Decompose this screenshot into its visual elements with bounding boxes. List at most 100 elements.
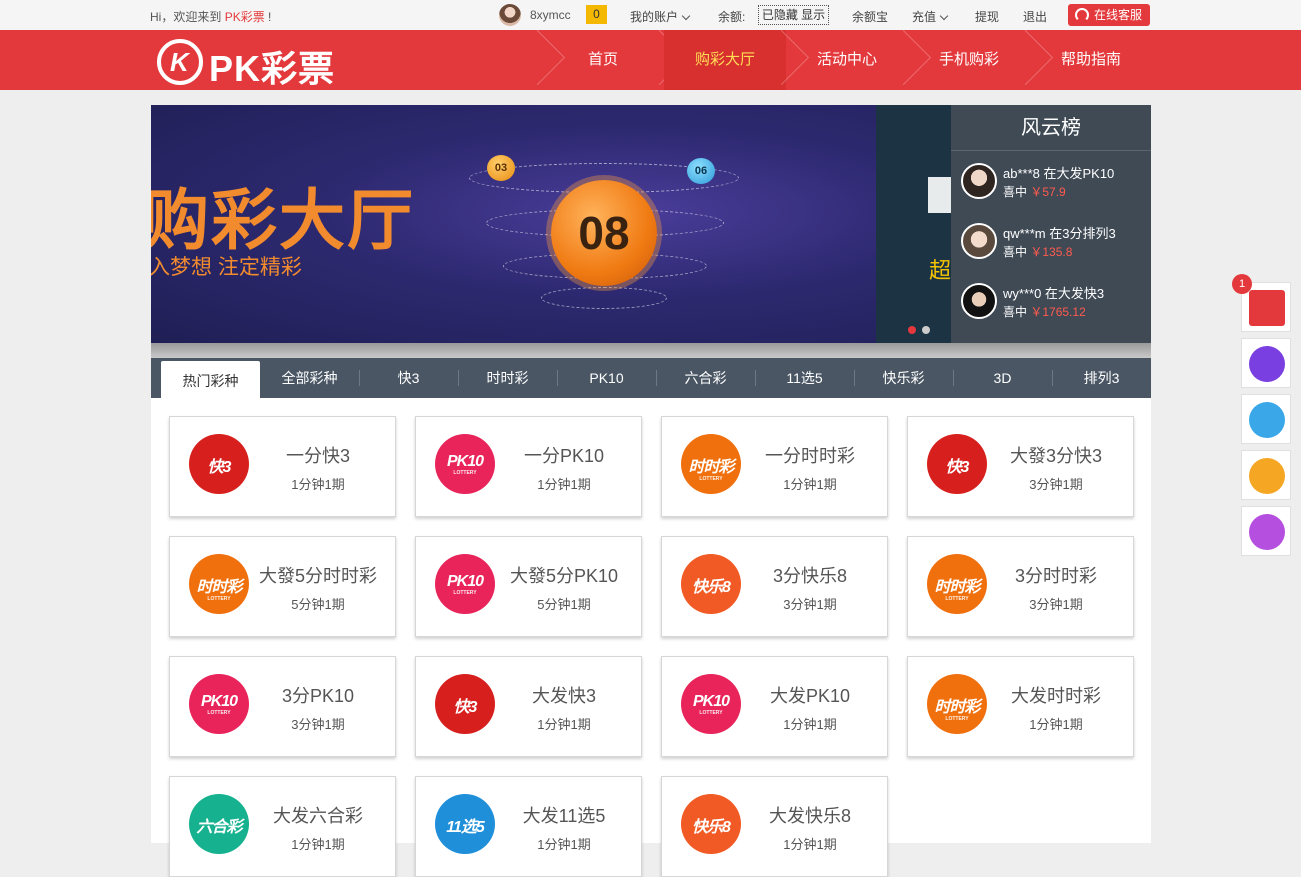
logo-mark-icon: K: [157, 39, 203, 85]
tab-3d[interactable]: 3D: [953, 358, 1052, 398]
winner-avatar: [961, 163, 997, 199]
pk10-icon: PK10 LOTTERY: [435, 434, 495, 494]
float-button[interactable]: [1241, 506, 1291, 556]
tab-11xuan5[interactable]: 11选5: [755, 358, 854, 398]
game-period: 1分钟1期: [537, 477, 591, 492]
kuai3-icon: 快3: [927, 434, 987, 494]
game-card[interactable]: 时时彩 LOTTERY 一分时时彩 1分钟1期: [661, 416, 888, 517]
game-period: 5分钟1期: [537, 597, 591, 612]
tab-liuhecai[interactable]: 六合彩: [656, 358, 755, 398]
game-icon-subtext: LOTTERY: [453, 470, 477, 476]
promo-banner[interactable]: 购彩大厅 入梦想 注定精彩 03 06 08 超: [151, 105, 951, 343]
game-icon-glyph: PK10: [200, 693, 238, 710]
nav-help[interactable]: 帮助指南: [1030, 30, 1152, 90]
winner-info: qw***m 在3分排列3: [1003, 226, 1116, 241]
game-card[interactable]: 快乐8 3分快乐8 3分钟1期: [661, 536, 888, 637]
logout-link[interactable]: 退出: [1023, 8, 1047, 25]
game-icon-glyph: 时时彩: [934, 699, 980, 716]
banner-dot[interactable]: [922, 326, 930, 334]
game-card[interactable]: 时时彩 LOTTERY 大發5分时时彩 5分钟1期: [169, 536, 396, 637]
game-icon-glyph: 六合彩: [196, 819, 242, 836]
online-service-button[interactable]: 在线客服: [1068, 4, 1150, 26]
user-avatar[interactable]: [499, 4, 521, 26]
game-period: 1分钟1期: [783, 837, 837, 852]
tab-pailie3[interactable]: 排列3: [1052, 358, 1151, 398]
banner-dot[interactable]: [908, 326, 916, 334]
top-bar: Hi，欢迎来到 PK彩票 ! 8xymcc 0 我的账户 余额: 已隐藏 显示 …: [0, 0, 1301, 30]
yuebao-link[interactable]: 余额宝: [852, 8, 888, 25]
game-period: 1分钟1期: [291, 477, 345, 492]
slide-graphic: [928, 177, 951, 213]
banner-shelf: [151, 343, 1151, 358]
winner-prize: 喜中 ￥135.8: [1003, 243, 1072, 260]
game-card[interactable]: PK10 LOTTERY 大发PK10 1分钟1期: [661, 656, 888, 757]
game-icon-subtext: LOTTERY: [945, 596, 969, 602]
tab-kuailecai[interactable]: 快乐彩: [854, 358, 953, 398]
game-name: 大发快3: [531, 686, 596, 706]
prize-amount: ￥1765.12: [1030, 305, 1086, 319]
tab-shishicai[interactable]: 时时彩: [458, 358, 557, 398]
game-period: 1分钟1期: [783, 477, 837, 492]
message-count-badge[interactable]: 0: [586, 5, 607, 24]
winner-prize: 喜中 ￥1765.12: [1003, 303, 1086, 320]
game-icon-glyph: PK10: [692, 693, 730, 710]
red-packet-icon: [1249, 290, 1285, 326]
game-card[interactable]: 时时彩 LOTTERY 大发时时彩 1分钟1期: [907, 656, 1134, 757]
game-icon-subtext: LOTTERY: [207, 596, 231, 602]
game-period: 5分钟1期: [291, 597, 345, 612]
prize-amount: ￥57.9: [1030, 185, 1066, 199]
tab-hot[interactable]: 热门彩种: [161, 361, 260, 398]
my-account-label: 我的账户: [630, 10, 679, 24]
shishicai-icon: 时时彩 LOTTERY: [927, 674, 987, 734]
tab-pk10[interactable]: PK10: [557, 358, 656, 398]
withdraw-link[interactable]: 提现: [975, 8, 999, 25]
game-card[interactable]: 时时彩 LOTTERY 3分时时彩 3分钟1期: [907, 536, 1134, 637]
won-label: 喜中: [1003, 245, 1028, 259]
float-button[interactable]: [1241, 394, 1291, 444]
11xuan5-icon: 11选5: [435, 794, 495, 854]
pk10-icon: PK10 LOTTERY: [435, 554, 495, 614]
game-name: 一分时时彩: [765, 446, 855, 466]
liuhecai-icon: 六合彩: [189, 794, 249, 854]
game-icon-subtext: LOTTERY: [945, 716, 969, 722]
logo-mark-text: K: [170, 47, 189, 77]
service-label: 在线客服: [1094, 8, 1143, 22]
tab-kuai3[interactable]: 快3: [359, 358, 458, 398]
banner-title: 购彩大厅: [151, 183, 415, 257]
game-card[interactable]: PK10 LOTTERY 大發5分PK10 5分钟1期: [415, 536, 642, 637]
game-card[interactable]: 11选5 大发11选5 1分钟1期: [415, 776, 642, 877]
game-period: 3分钟1期: [291, 717, 345, 732]
game-period: 1分钟1期: [783, 717, 837, 732]
shishicai-icon: 时时彩 LOTTERY: [681, 434, 741, 494]
game-card[interactable]: 六合彩 大发六合彩 1分钟1期: [169, 776, 396, 877]
kuaile8-icon: 快乐8: [681, 794, 741, 854]
lottery-category-tabs: 热门彩种 全部彩种 快3 时时彩 PK10 六合彩 11选5 快乐彩 3D 排列…: [151, 358, 1151, 398]
game-period: 3分钟1期: [1029, 477, 1083, 492]
game-name: 大發3分快3: [1009, 446, 1103, 466]
kuaile8-icon: 快乐8: [681, 554, 741, 614]
winner-row: qw***m 在3分排列3 喜中 ￥135.8: [961, 223, 1151, 263]
game-card[interactable]: 快3 大發3分快3 3分钟1期: [907, 416, 1134, 517]
balance-toggle[interactable]: 已隐藏 显示: [758, 5, 829, 25]
game-card[interactable]: 快3 大发快3 1分钟1期: [415, 656, 642, 757]
won-label: 喜中: [1003, 305, 1028, 319]
my-account-menu[interactable]: 我的账户: [630, 8, 691, 25]
headset-icon: [1075, 8, 1089, 22]
game-icon-glyph: 快乐8: [692, 819, 731, 836]
recharge-menu[interactable]: 充值: [912, 8, 949, 25]
tab-all[interactable]: 全部彩种: [260, 358, 359, 398]
game-card[interactable]: 快乐8 大发快乐8 1分钟1期: [661, 776, 888, 877]
winner-row: ab***8 在大发PK10 喜中 ￥57.9: [961, 163, 1151, 203]
float-button[interactable]: [1241, 338, 1291, 388]
game-icon-glyph: 快乐8: [692, 579, 731, 596]
game-card[interactable]: PK10 LOTTERY 一分PK10 1分钟1期: [415, 416, 642, 517]
game-icon-subtext: LOTTERY: [699, 710, 723, 716]
support-face-icon: [1249, 514, 1285, 550]
float-button[interactable]: [1241, 450, 1291, 500]
game-card[interactable]: 快3 一分快3 1分钟1期: [169, 416, 396, 517]
game-icon-glyph: 11选5: [446, 819, 485, 836]
winner-info: wy***0 在大发快3: [1003, 286, 1105, 301]
username[interactable]: 8xymcc: [530, 8, 571, 22]
brand-link[interactable]: PK彩票: [225, 10, 265, 24]
game-card[interactable]: PK10 LOTTERY 3分PK10 3分钟1期: [169, 656, 396, 757]
